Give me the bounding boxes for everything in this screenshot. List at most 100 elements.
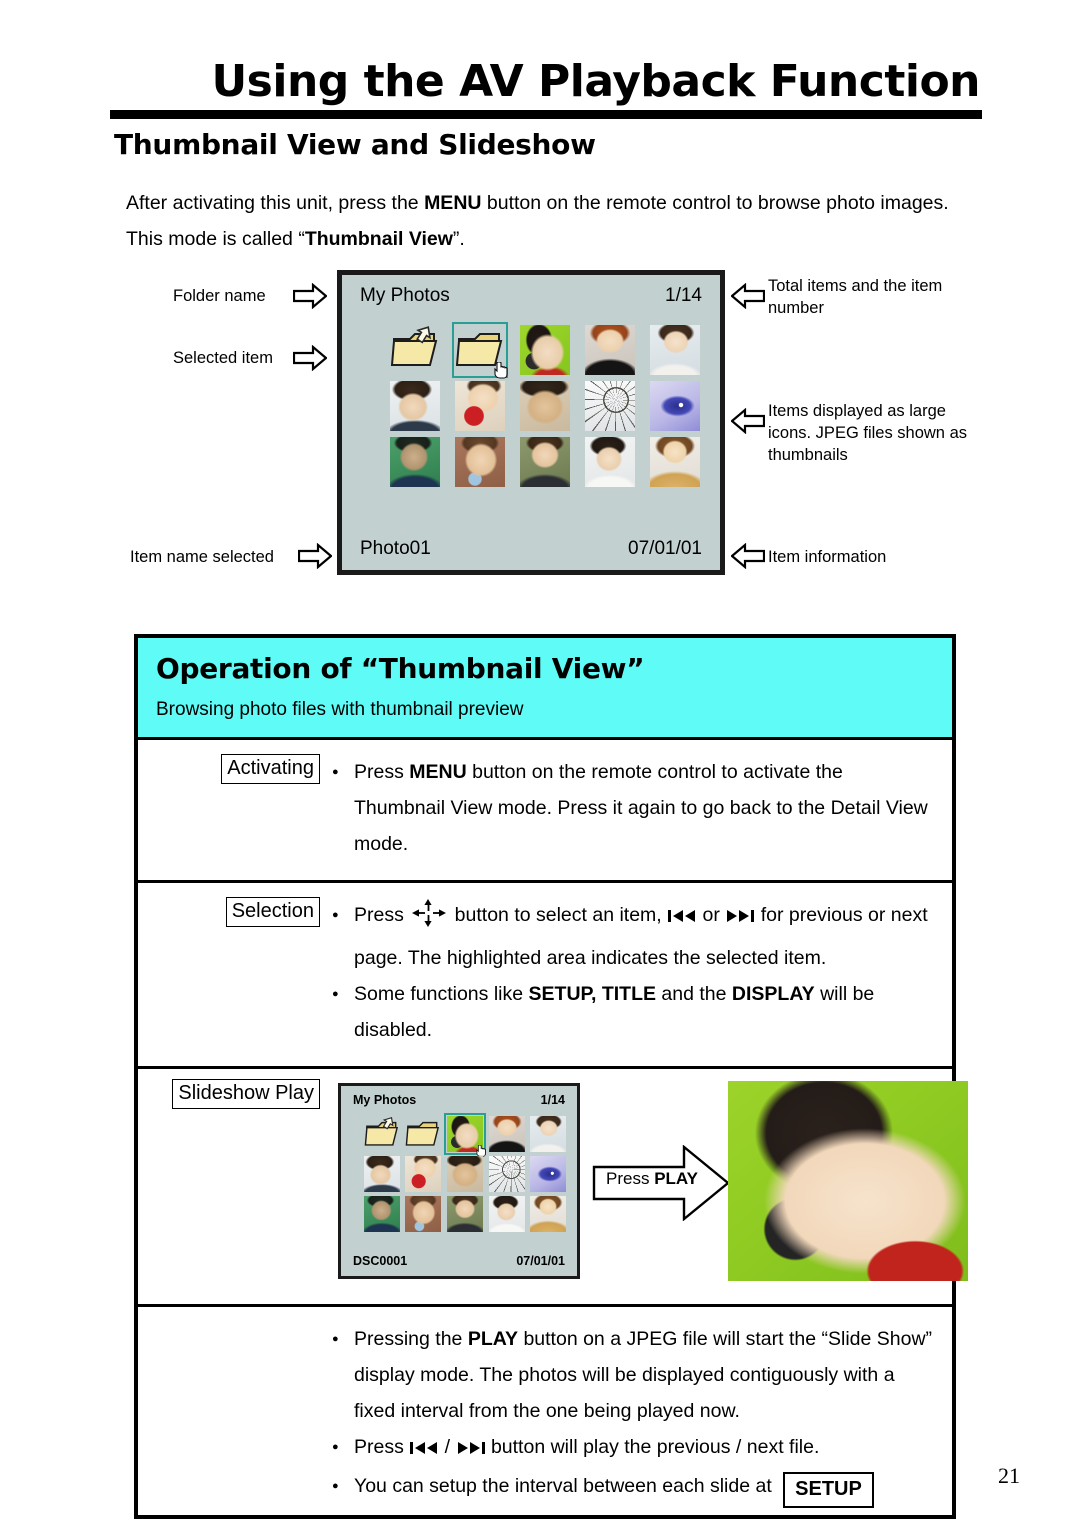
thumbnail-cell[interactable] <box>519 381 570 431</box>
screen-item-counter: 1/14 <box>540 1093 565 1107</box>
folder-cell[interactable] <box>452 322 509 379</box>
thumbnail-cell[interactable] <box>446 1156 483 1192</box>
folder-cell[interactable] <box>364 1116 400 1152</box>
setup-button[interactable]: SETUP <box>783 1472 874 1508</box>
row-label-col: Activating <box>138 754 328 862</box>
screen-header: My Photos 1/14 <box>342 285 720 307</box>
thumbnail-cell[interactable] <box>363 1196 400 1232</box>
bullet-item: Press button to select an item, or for p… <box>328 897 938 976</box>
bullet-text-c: or <box>697 904 726 926</box>
slideshow-illustration: My Photos 1/14 DSC0001 07/01/01 Press PL… <box>328 1079 968 1294</box>
thumbnail-grid <box>386 322 704 487</box>
thumbnail-cell[interactable] <box>390 437 441 487</box>
thumbnail-cell[interactable] <box>584 437 635 487</box>
thumbnail-cell[interactable] <box>446 1196 483 1232</box>
thumbnail-cell[interactable] <box>519 325 570 375</box>
parent-folder-icon <box>390 325 440 369</box>
press-play-keyword: PLAY <box>654 1169 698 1188</box>
prev-track-icon <box>409 1432 439 1468</box>
page-number: 21 <box>998 1463 1020 1488</box>
thumbnail-view-screen: My Photos 1/14 Photo01 07/01/01 <box>337 270 725 575</box>
operation-subheading: Browsing photo files with thumbnail prev… <box>156 699 524 720</box>
callout-item-information: Item information <box>768 548 887 566</box>
thumbnail-cell[interactable] <box>488 1116 525 1152</box>
screen-file-name: Photo01 <box>360 538 431 559</box>
photo-young-man <box>363 1156 400 1192</box>
screen-folder-title: My Photos <box>353 1093 417 1107</box>
photo-bicycle-wheel <box>488 1156 525 1192</box>
thumbnail-cell[interactable] <box>649 325 700 375</box>
photo-man-green <box>390 437 441 487</box>
photo-woman-smiling <box>519 437 570 487</box>
screen-item-counter: 1/14 <box>665 285 702 306</box>
folder-icon <box>405 1116 441 1147</box>
photo-woman-blonde <box>649 437 700 487</box>
screen-footer: Photo01 07/01/01 <box>342 538 720 560</box>
thumbnail-cell[interactable] <box>649 437 700 487</box>
screen-file-date: 07/01/01 <box>516 1254 565 1268</box>
bullet-text-a: Press <box>354 904 410 926</box>
arrow-left-icon <box>731 408 765 434</box>
bullet-keyword-display: DISPLAY <box>731 983 815 1005</box>
arrow-right-icon <box>298 543 332 569</box>
thumbnail-cell[interactable] <box>488 1156 525 1192</box>
photo-woman-blonde <box>530 1196 567 1232</box>
photo-woman-strawberry <box>455 381 506 431</box>
bullet-item: Press / button will play the previous / … <box>328 1429 938 1468</box>
slideshow-preview-photo <box>728 1081 968 1281</box>
row-label-col-empty <box>138 1321 328 1505</box>
row-body-slideshow-notes: Pressing the PLAY button on a JPEG file … <box>328 1321 952 1508</box>
bullet-item: Pressing the PLAY button on a JPEG file … <box>328 1321 938 1429</box>
thumbnail-cell[interactable] <box>584 325 635 375</box>
thumbnail-cell[interactable] <box>363 1156 400 1192</box>
photo-woman-white <box>649 325 700 375</box>
thumbnail-cell[interactable] <box>405 1156 442 1192</box>
thumbnail-cell[interactable] <box>530 1196 567 1232</box>
photo-redhair-woman <box>488 1116 525 1152</box>
row-label-col: Selection <box>138 897 328 1048</box>
bullet-item: You can setup the interval between each … <box>328 1468 938 1508</box>
screen-folder-title: My Photos <box>360 285 450 306</box>
photo-blue-eye <box>649 381 700 431</box>
thumbnail-cell[interactable] <box>455 437 506 487</box>
photo-woman-brick <box>455 437 506 487</box>
photo-woman-strawberry <box>405 1156 442 1192</box>
folder-cell[interactable] <box>405 1116 441 1152</box>
arrow-left-icon <box>731 283 765 309</box>
parent-folder-icon <box>364 1116 400 1147</box>
arrow-right-icon <box>293 283 327 309</box>
bullet-text-a: Pressing the <box>354 1328 468 1350</box>
thumbnail-cell[interactable] <box>530 1156 567 1192</box>
thumbnail-cell[interactable] <box>443 1113 486 1157</box>
bullet-keyword-play: PLAY <box>467 1328 519 1350</box>
screen-header: My Photos 1/14 <box>341 1093 577 1107</box>
bullet-text-a: Some functions like <box>354 983 529 1005</box>
thumbnail-cell[interactable] <box>455 381 506 431</box>
section-title: Thumbnail View and Slideshow <box>114 128 596 161</box>
thumbnail-cell[interactable] <box>530 1116 567 1152</box>
bullet-text-b: button to select an item, <box>449 904 668 926</box>
thumbnail-cell[interactable] <box>584 381 635 431</box>
callout-selected-item: Selected item <box>173 349 273 367</box>
thumbnail-cell[interactable] <box>488 1196 525 1232</box>
bullet-text-b: and the <box>656 983 732 1005</box>
row-body-selection: Press button to select an item, or for p… <box>328 897 952 1048</box>
press-play-label: Press PLAY <box>606 1169 698 1189</box>
photo-woman-phone <box>584 437 635 487</box>
thumbnail-cell[interactable] <box>519 437 570 487</box>
photo-woman-smiling <box>446 1196 483 1232</box>
thumbnail-grid <box>363 1113 567 1232</box>
intro-paragraph: After activating this unit, press the ME… <box>126 185 956 257</box>
folder-cell[interactable] <box>390 325 440 375</box>
bullet-text-b: / <box>439 1436 456 1458</box>
thumbnail-cell[interactable] <box>649 381 700 431</box>
hand-cursor-icon <box>476 1144 487 1157</box>
thumbnail-cell[interactable] <box>405 1196 442 1232</box>
thumbnail-cell[interactable] <box>390 381 441 431</box>
press-play-prefix: Press <box>606 1169 655 1188</box>
bullet-item: Press MENU button on the remote control … <box>328 754 938 862</box>
bullet-item: Some functions like SETUP, TITLE and the… <box>328 976 938 1048</box>
operation-row-slideshow-notes: Pressing the PLAY button on a JPEG file … <box>138 1307 952 1515</box>
tag-selection: Selection <box>225 897 320 927</box>
row-label-col: Slideshow Play <box>138 1079 328 1294</box>
